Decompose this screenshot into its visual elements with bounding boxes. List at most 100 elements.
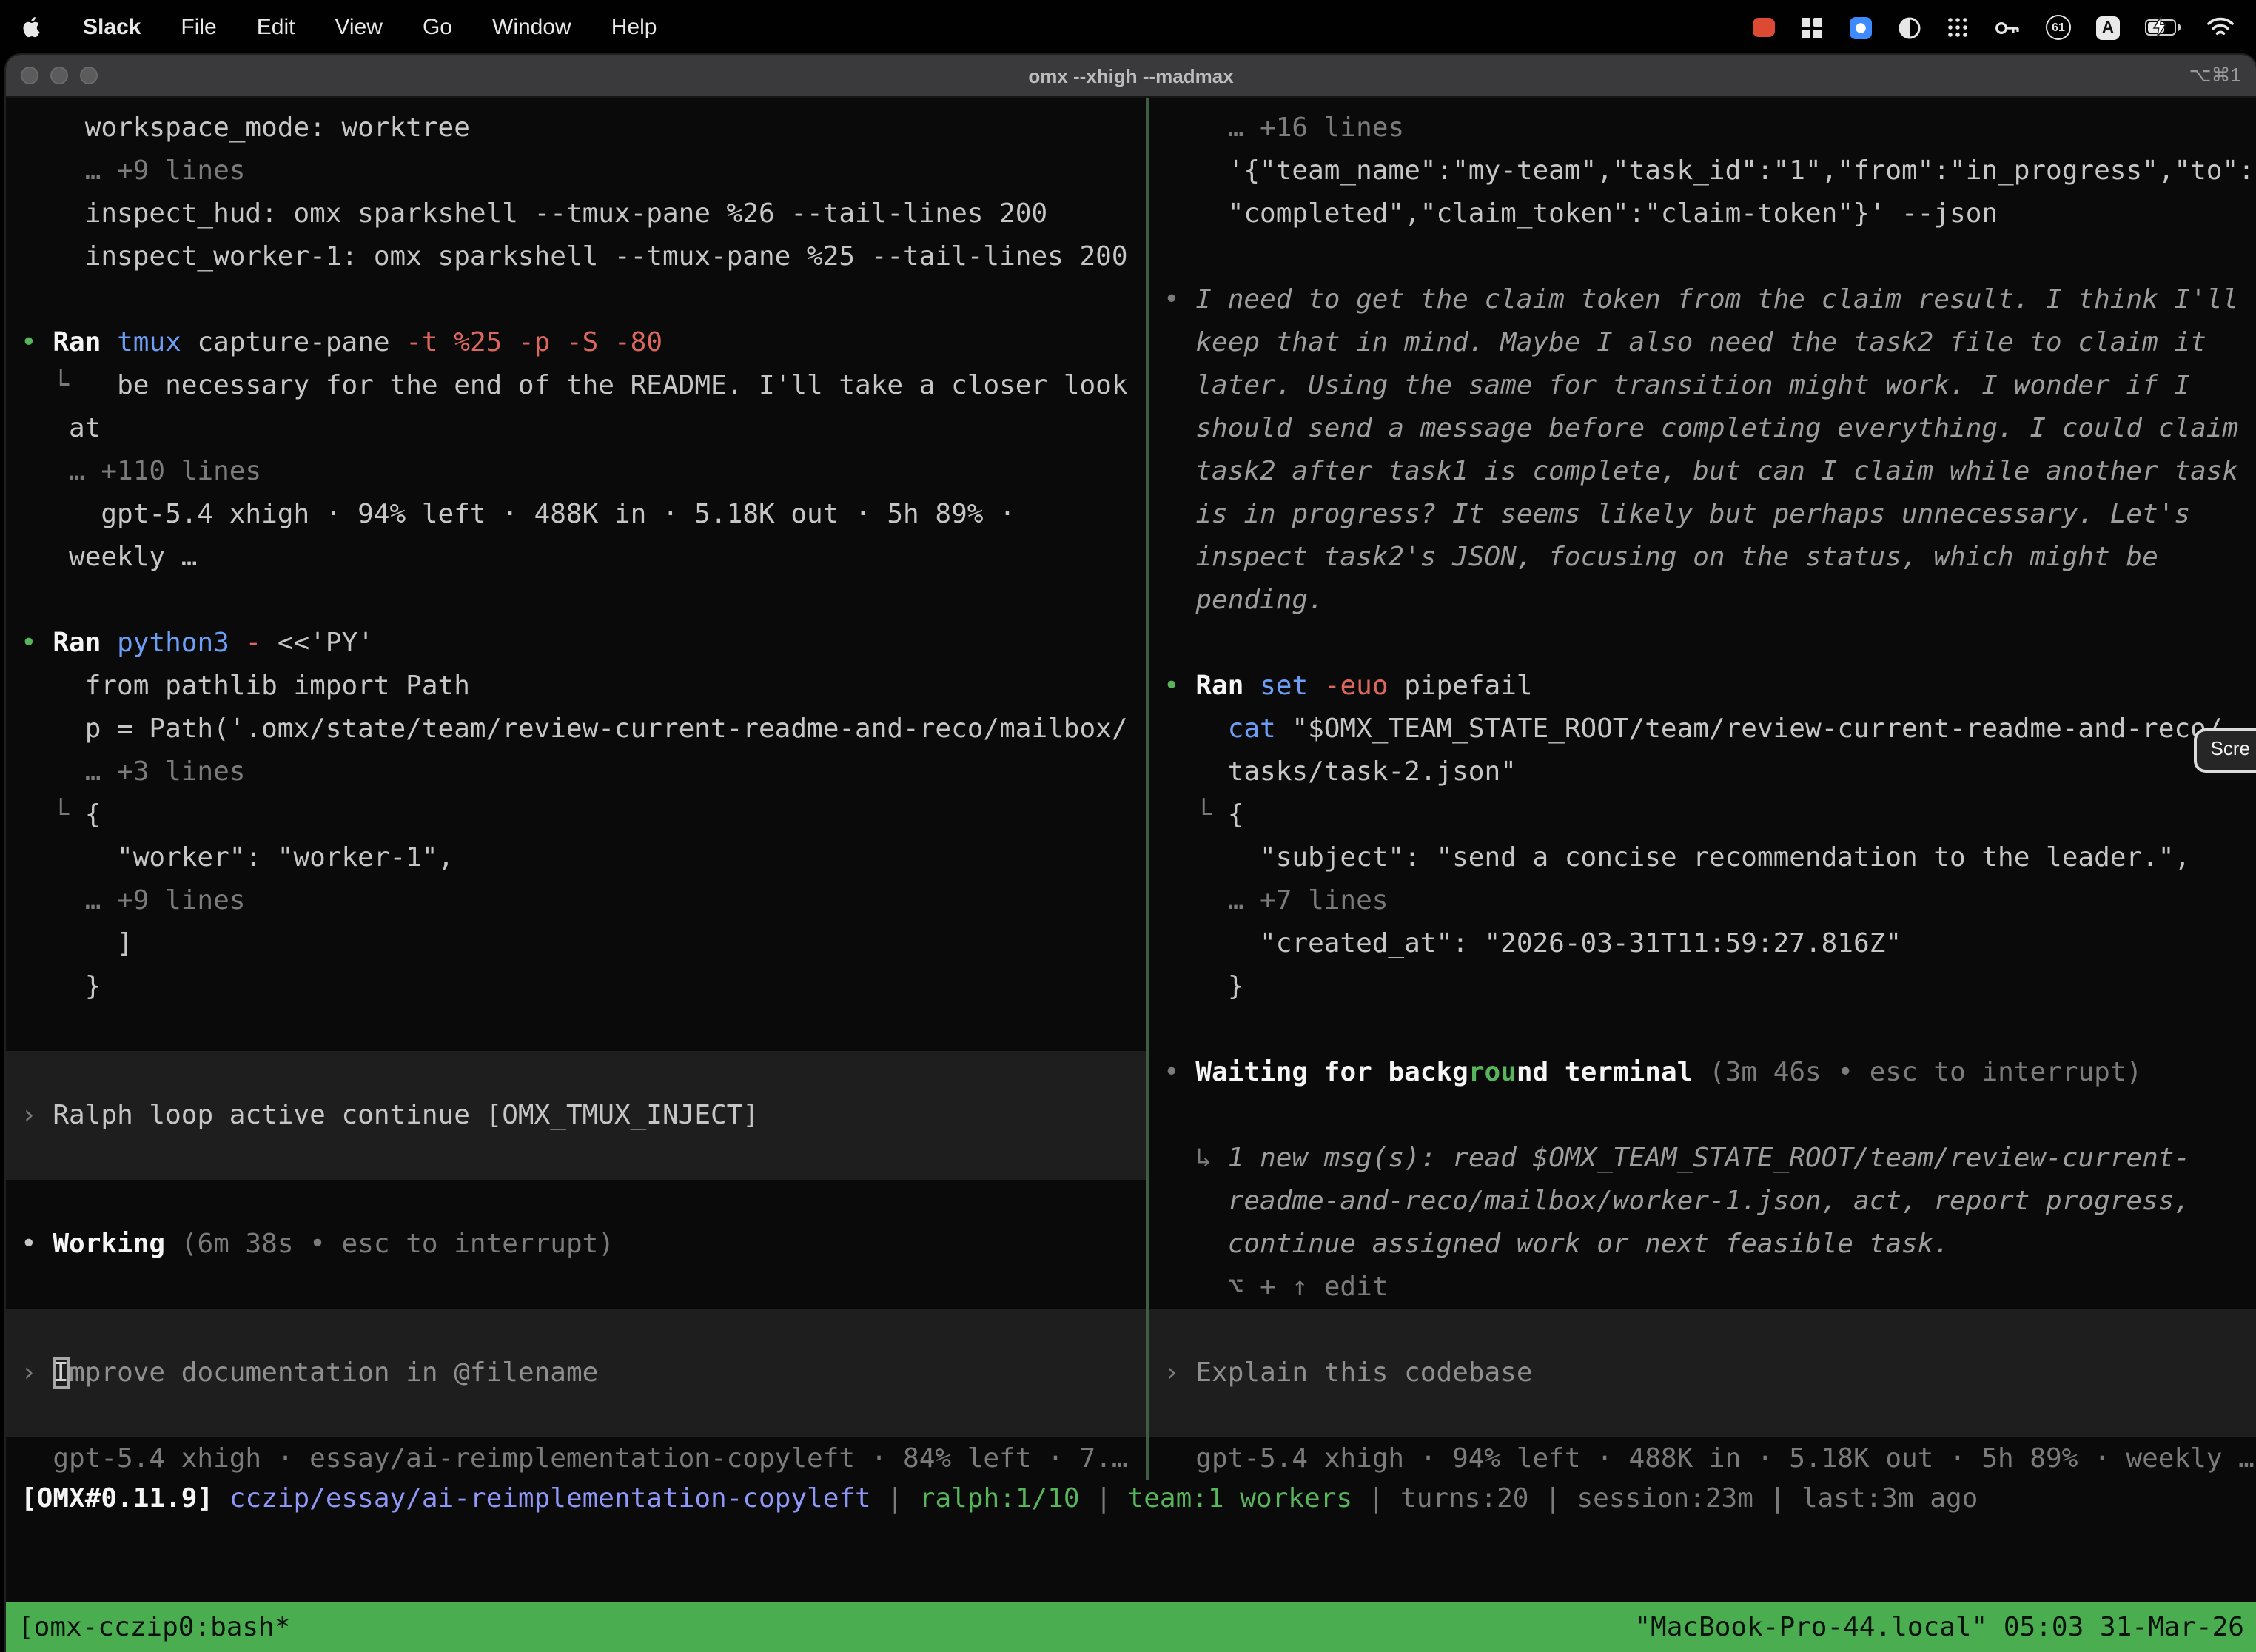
terminal-row: ]: [6, 922, 1146, 965]
terminal-row: [1149, 1094, 2256, 1137]
menu-help[interactable]: Help: [611, 15, 657, 40]
terminal-row: gpt-5.4 xhigh · essay/ai-reimplementatio…: [6, 1437, 1146, 1480]
menu-view[interactable]: View: [335, 15, 383, 40]
terminal-row: • I need to get the claim token from the…: [1149, 278, 2256, 321]
minimize-button[interactable]: [50, 67, 68, 84]
terminal-row: … +110 lines: [6, 450, 1146, 493]
terminal-window: omx --xhigh --madmax ⌥⌘1 workspace_mode:…: [6, 55, 2256, 1652]
terminal-row: "subject": "send a concise recommendatio…: [1149, 836, 2256, 879]
terminal-row: › Ralph loop active continue [OMX_TMUX_I…: [6, 1094, 1146, 1137]
omx-status-line: [OMX#0.11.9] cczip/essay/ai-reimplementa…: [6, 1477, 2256, 1520]
terminal-row: … +9 lines: [6, 150, 1146, 192]
terminal-row: › Improve documentation in @filename: [6, 1352, 1146, 1394]
window-title: omx --xhigh --madmax: [1028, 64, 1233, 87]
terminal-row: tasks/task-2.json": [1149, 751, 2256, 793]
terminal-row: readme-and-reco/mailbox/worker-1.json, a…: [1149, 1180, 2256, 1223]
terminal-row: … +16 lines: [1149, 107, 2256, 150]
menu-file[interactable]: File: [181, 15, 216, 40]
terminal-row: continue assigned work or next feasible …: [1149, 1223, 2256, 1266]
terminal-row: • Ran set -euo pipefail: [1149, 665, 2256, 708]
window-shortcut-hint: ⌥⌘1: [2189, 64, 2241, 87]
menu-bar-left: Slack File Edit View Go Window Help: [21, 14, 657, 41]
terminal-row: }: [1149, 965, 2256, 1008]
terminal-row: later. Using the same for transition mig…: [1149, 364, 2256, 407]
terminal-row: [6, 579, 1146, 622]
terminal-row: [1149, 1394, 2256, 1437]
close-button[interactable]: [21, 67, 38, 84]
menu-window[interactable]: Window: [492, 15, 571, 40]
terminal-row: [1149, 235, 2256, 278]
tmux-host-clock: "MacBook-Pro-44.local" 05:03 31-Mar-26: [1634, 1611, 2244, 1642]
terminal-row: • Working (6m 38s • esc to interrupt): [6, 1223, 1146, 1266]
terminal-row: ⌥ + ↑ edit: [1149, 1266, 2256, 1309]
tmux-session-label: [omx-cczip0:bash*: [18, 1611, 290, 1642]
terminal-row: "created_at": "2026-03-31T11:59:27.816Z": [1149, 922, 2256, 965]
terminal-row: • Waiting for background terminal (3m 46…: [1149, 1051, 2256, 1094]
menu-app-name[interactable]: Slack: [83, 15, 141, 40]
terminal-row: "worker": "worker-1",: [6, 836, 1146, 879]
terminal-row: gpt-5.4 xhigh · 94% left · 488K in · 5.1…: [6, 493, 1146, 536]
terminal-row: from pathlib import Path: [6, 665, 1146, 708]
battery-percentage-badge[interactable]: 61: [2046, 15, 2071, 40]
terminal-row: › Explain this codebase: [1149, 1352, 2256, 1394]
terminal-row: … +7 lines: [1149, 879, 2256, 922]
screen: Slack File Edit View Go Window Help: [0, 0, 2256, 1652]
terminal-row: cat "$OMX_TEAM_STATE_ROOT/team/review-cu…: [1149, 708, 2256, 751]
tmux-pane-left[interactable]: workspace_mode: worktree … +9 lines insp…: [6, 98, 1146, 1480]
terminal-row: }: [6, 965, 1146, 1008]
terminal-row: [6, 1137, 1146, 1180]
terminal-row: └ {: [1149, 793, 2256, 836]
dots-grid-icon[interactable]: [1947, 16, 1969, 38]
key-icon[interactable]: [1994, 17, 2021, 38]
terminal-row: [6, 278, 1146, 321]
terminal-row: └ be necessary for the end of the README…: [6, 364, 1146, 407]
terminal-row: [1149, 622, 2256, 665]
terminal-row: [1149, 1309, 2256, 1352]
blue-app-icon[interactable]: [1849, 16, 1873, 39]
menu-go[interactable]: Go: [423, 15, 452, 40]
contrast-circle-icon[interactable]: [1898, 16, 1921, 39]
terminal-row: • Ran python3 - <<'PY': [6, 622, 1146, 665]
terminal-row: should send a message before completing …: [1149, 407, 2256, 450]
zoom-button[interactable]: [80, 67, 98, 84]
terminal-row: pending.: [1149, 579, 2256, 622]
terminal-row: inspect_worker-1: omx sparkshell --tmux-…: [6, 235, 1146, 278]
menu-bar: Slack File Edit View Go Window Help: [0, 0, 2256, 55]
terminal-row: [6, 1394, 1146, 1437]
terminal-row: weekly …: [6, 536, 1146, 579]
apple-menu-icon[interactable]: [21, 14, 43, 41]
terminal-row: ↳ 1 new msg(s): read $OMX_TEAM_STATE_ROO…: [1149, 1137, 2256, 1180]
terminal-row: '{"team_name":"my-team","task_id":"1","f…: [1149, 150, 2256, 192]
input-source-icon[interactable]: A: [2096, 16, 2120, 39]
traffic-lights: [21, 67, 98, 84]
charging-bolt-icon: [2152, 16, 2167, 37]
terminal-row: is in progress? It seems likely but perh…: [1149, 493, 2256, 536]
terminal-row: [6, 1180, 1146, 1223]
terminal-row: … +9 lines: [6, 879, 1146, 922]
terminal-row: └ {: [6, 793, 1146, 836]
grid-icon[interactable]: [1800, 16, 1824, 39]
terminal-row: at: [6, 407, 1146, 450]
terminal-row: [1149, 1008, 2256, 1051]
terminal-row: p = Path('.omx/state/team/review-current…: [6, 708, 1146, 751]
wifi-icon[interactable]: [2206, 16, 2235, 38]
terminal-content: workspace_mode: worktree … +9 lines insp…: [6, 98, 2256, 1652]
terminal-row: [6, 1008, 1146, 1051]
terminal-row: [6, 1051, 1146, 1094]
menu-bar-status-icons: 61 A: [1753, 15, 2235, 40]
menu-edit[interactable]: Edit: [257, 15, 295, 40]
screen-share-chip[interactable]: Scre: [2195, 728, 2256, 773]
battery-icon[interactable]: [2145, 19, 2181, 36]
terminal-row: inspect task2's JSON, focusing on the st…: [1149, 536, 2256, 579]
screen-recording-indicator-icon[interactable]: [1753, 18, 1775, 37]
window-title-bar[interactable]: omx --xhigh --madmax ⌥⌘1: [6, 55, 2256, 98]
tmux-status-bar: [omx-cczip0:bash* "MacBook-Pro-44.local"…: [6, 1602, 2256, 1652]
terminal-row: keep that in mind. Maybe I also need the…: [1149, 321, 2256, 364]
terminal-row: "completed","claim_token":"claim-token"}…: [1149, 192, 2256, 235]
terminal-row: inspect_hud: omx sparkshell --tmux-pane …: [6, 192, 1146, 235]
terminal-row: workspace_mode: worktree: [6, 107, 1146, 150]
tmux-pane-right[interactable]: … +16 lines '{"team_name":"my-team","tas…: [1149, 98, 2256, 1480]
terminal-row: [6, 1309, 1146, 1352]
terminal-row: task2 after task1 is complete, but can I…: [1149, 450, 2256, 493]
terminal-row: … +3 lines: [6, 751, 1146, 793]
